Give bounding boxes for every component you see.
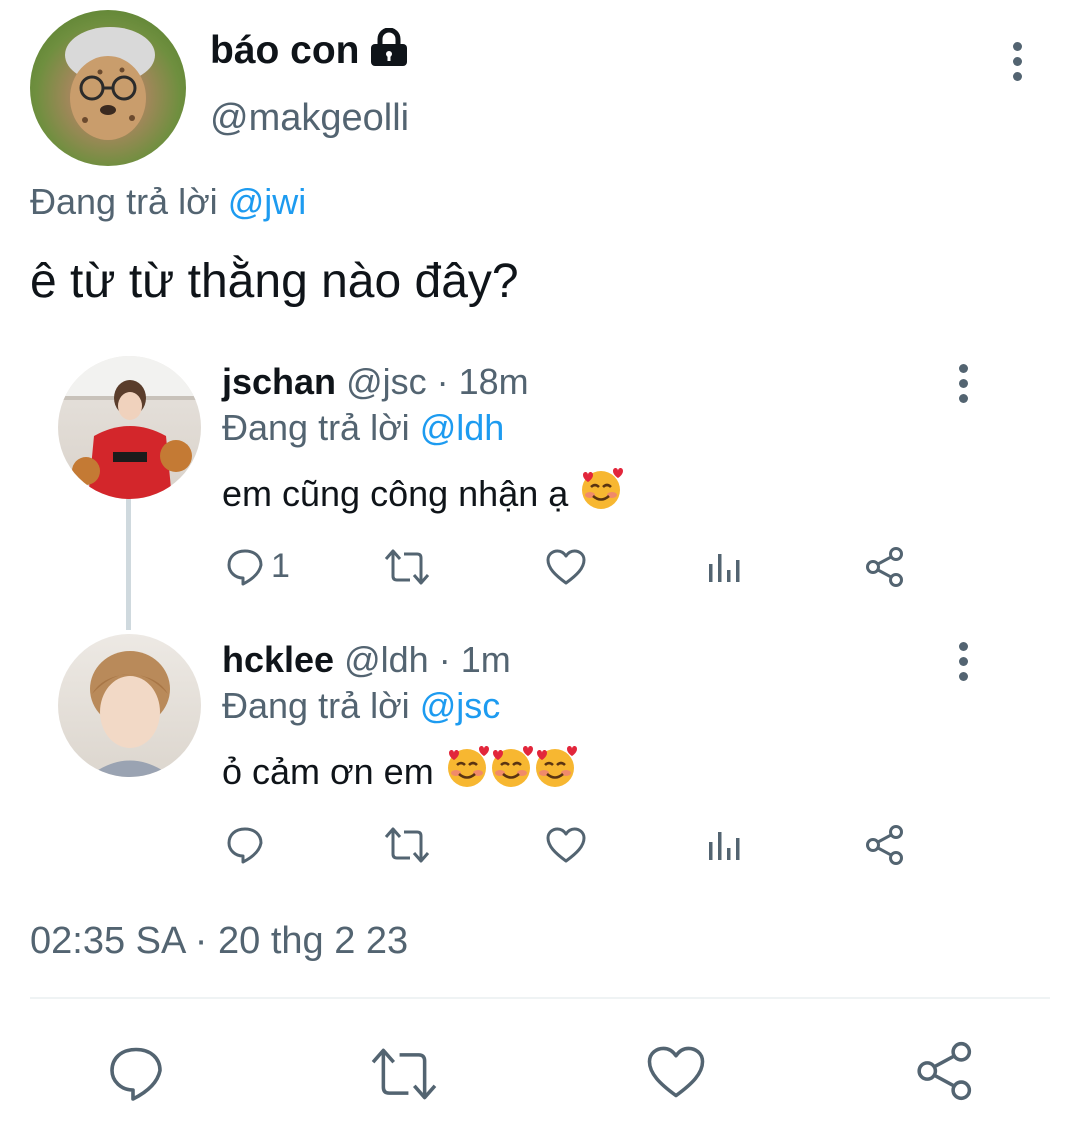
reply1-replying-to: Đang trả lời @ldh xyxy=(222,406,504,450)
reply-icon xyxy=(227,827,263,864)
smiling-face-with-hearts-icon xyxy=(488,744,534,802)
reply-icon[interactable] xyxy=(106,1042,166,1102)
thread-line xyxy=(126,498,131,630)
reply2-text-row: ỏ cảm ơn em xyxy=(222,744,578,802)
reply1-text: em cũng công nhận ạ xyxy=(222,473,569,514)
reply2-display-name[interactable]: hcklee xyxy=(222,639,334,680)
reply2-more-icon[interactable] xyxy=(956,642,970,681)
reply2-handle[interactable]: @ldh xyxy=(344,639,429,680)
person-avatar-image xyxy=(88,651,172,777)
retweet-icon[interactable] xyxy=(384,548,430,586)
reply2-avatar[interactable] xyxy=(58,634,201,777)
reply1-time[interactable]: · 18m xyxy=(437,361,529,402)
reply2-text: ỏ cảm ơn em xyxy=(222,751,434,792)
smiling-face-with-hearts-icon xyxy=(444,744,490,802)
replying-prefix: Đang trả lời xyxy=(30,181,218,222)
person-avatar-image xyxy=(58,356,201,499)
main-tweet-text: ê từ từ thằng nào đây? xyxy=(30,255,519,308)
replying-prefix: Đang trả lời xyxy=(222,407,410,448)
smiling-face-with-hearts-icon xyxy=(532,744,578,802)
replying-to-link[interactable]: @jsc xyxy=(420,685,501,726)
heart-icon[interactable] xyxy=(645,1044,707,1100)
replying-to-link[interactable]: @ldh xyxy=(420,407,505,448)
reply1-text-row: em cũng công nhận ạ xyxy=(222,466,624,524)
reply1-avatar[interactable] xyxy=(58,356,201,499)
replying-to-link[interactable]: @jwi xyxy=(228,181,307,222)
analytics-icon[interactable] xyxy=(706,550,742,584)
main-replying-to: Đang trả lời @jwi xyxy=(30,180,306,224)
reply1-reply-count: 1 xyxy=(271,546,290,585)
retweet-icon[interactable] xyxy=(370,1046,438,1102)
lock-icon xyxy=(371,28,407,66)
reply-icon xyxy=(227,549,263,586)
reply2-time[interactable]: · 1m xyxy=(439,639,511,680)
heart-icon[interactable] xyxy=(545,548,587,586)
replying-prefix: Đang trả lời xyxy=(222,685,410,726)
reply2-replying-to: Đang trả lời @jsc xyxy=(222,684,500,728)
reply2-reply-button[interactable] xyxy=(225,824,271,864)
main-display-name[interactable]: báo con xyxy=(210,28,360,74)
reply2-header: hcklee @ldh · 1m xyxy=(222,638,511,682)
main-avatar[interactable] xyxy=(30,10,186,166)
reply1-reply-button[interactable]: 1 xyxy=(225,546,290,586)
smiling-face-with-hearts-icon xyxy=(578,466,624,524)
retweet-icon[interactable] xyxy=(384,826,430,864)
analytics-icon[interactable] xyxy=(706,828,742,862)
main-timestamp[interactable]: 02:35 SA · 20 thg 2 23 xyxy=(30,918,408,964)
divider xyxy=(30,997,1050,999)
heart-icon[interactable] xyxy=(545,826,587,864)
reply1-header: jschan @jsc · 18m xyxy=(222,360,529,404)
cheetah-avatar-image xyxy=(65,27,155,140)
reply1-handle[interactable]: @jsc xyxy=(346,361,427,402)
reply1-more-icon[interactable] xyxy=(956,364,970,403)
main-handle[interactable]: @makgeolli xyxy=(210,96,409,140)
share-icon[interactable] xyxy=(864,824,906,866)
share-icon[interactable] xyxy=(914,1040,976,1102)
share-icon[interactable] xyxy=(864,546,906,588)
reply1-display-name[interactable]: jschan xyxy=(222,361,336,402)
main-more-icon[interactable] xyxy=(1010,42,1024,81)
